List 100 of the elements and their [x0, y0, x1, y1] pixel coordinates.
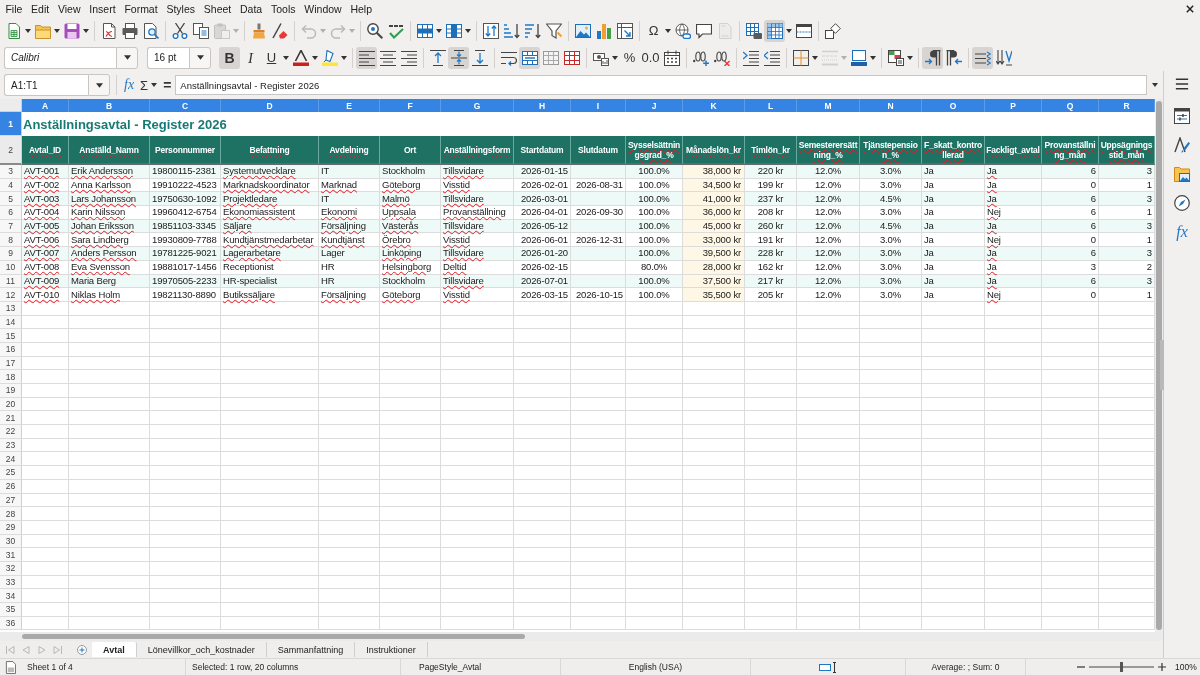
column-header[interactable]: P [985, 99, 1042, 112]
caret-icon[interactable] [283, 55, 289, 60]
menu-item[interactable]: Data [235, 1, 267, 16]
caret-icon[interactable] [312, 55, 318, 60]
menu-icon[interactable] [1175, 77, 1189, 91]
row-header[interactable]: 5 [0, 192, 22, 206]
align-left-button[interactable] [356, 46, 377, 69]
percent-format-button[interactable]: % [619, 46, 640, 69]
zoom-level[interactable]: 100% [1175, 662, 1197, 672]
row-header[interactable]: 31 [0, 548, 22, 561]
column-header[interactable]: J [626, 99, 683, 112]
special-character-button[interactable]: Ω [643, 19, 664, 42]
row-header[interactable]: 15 [0, 329, 22, 342]
sheet-tab[interactable]: Lönevillkor_och_kostnader [136, 642, 267, 657]
row-header[interactable]: 28 [0, 507, 22, 520]
column-header[interactable]: M [797, 99, 860, 112]
sum-button[interactable]: Σ [138, 77, 151, 93]
column-header[interactable]: N [860, 99, 922, 112]
row-header[interactable]: 21 [0, 411, 22, 425]
text-direction-button[interactable] [972, 46, 993, 69]
caret-icon[interactable] [665, 28, 671, 33]
caret-icon[interactable] [151, 83, 158, 87]
horizontal-scrollbar[interactable] [0, 632, 1163, 641]
menu-item[interactable]: Help [346, 1, 377, 16]
freeze-panes-button[interactable] [764, 19, 785, 42]
row-header[interactable]: 6 [0, 206, 22, 219]
caret-icon[interactable] [341, 55, 347, 60]
dropdown-button[interactable] [189, 46, 211, 69]
sliders-panel-icon[interactable] [1174, 108, 1190, 124]
caret-icon[interactable] [612, 55, 618, 60]
menu-item[interactable]: Sheet [199, 1, 236, 16]
name-box-field[interactable]: A1:T1 [4, 74, 88, 96]
row-header[interactable]: 1 [0, 112, 22, 136]
italic-button[interactable]: I [240, 46, 261, 69]
add-sheet-icon[interactable] [77, 644, 87, 655]
formula-input[interactable]: Anställningsavtal - Register 2026 [175, 75, 1147, 95]
menu-item[interactable]: Tools [266, 1, 300, 16]
bold-button[interactable]: B [219, 46, 240, 69]
left-to-right-button[interactable] [922, 46, 943, 69]
caret-icon[interactable] [25, 28, 31, 33]
row-header[interactable]: 35 [0, 603, 22, 616]
menu-item[interactable]: Insert [84, 1, 120, 16]
language-status[interactable]: English (USA) [628, 662, 683, 672]
sheet-tab[interactable]: Instruktioner [355, 642, 428, 657]
caret-icon[interactable] [83, 28, 89, 33]
column-header[interactable]: K [683, 99, 745, 112]
row-header[interactable]: 22 [0, 425, 22, 438]
selection-mode-icon[interactable] [819, 661, 837, 673]
menu-item[interactable]: Styles [162, 1, 200, 16]
row-header[interactable]: 19 [0, 384, 22, 397]
menu-item[interactable]: View [53, 1, 85, 16]
caret-icon[interactable] [907, 55, 913, 60]
column-header[interactable]: G [441, 99, 514, 112]
column-header[interactable]: C [150, 99, 221, 112]
column-header[interactable]: O [922, 99, 985, 112]
caret-icon[interactable] [812, 55, 818, 60]
row-header[interactable]: 9 [0, 247, 22, 260]
slider-thumb[interactable] [1120, 662, 1123, 672]
column-header[interactable]: I [571, 99, 626, 112]
column-header[interactable]: R [1099, 99, 1155, 112]
row-header[interactable]: 8 [0, 233, 22, 247]
document-icon[interactable] [5, 660, 16, 674]
font-size-field[interactable]: 16 pt [147, 46, 189, 69]
column-header[interactable]: F [380, 99, 441, 112]
row-header[interactable]: 3 [0, 165, 22, 178]
menu-item[interactable]: Window [299, 1, 347, 16]
menu-item[interactable]: Format [120, 1, 163, 16]
column-header[interactable]: Q [1042, 99, 1099, 112]
sheet-tab[interactable]: Sammanfattning [266, 642, 356, 657]
functions-tab[interactable]: fx [1176, 224, 1188, 240]
row-header[interactable]: 25 [0, 466, 22, 479]
row-header[interactable]: 12 [0, 288, 22, 301]
caret-icon[interactable] [1152, 83, 1158, 87]
caret-icon[interactable] [786, 28, 792, 33]
scroll-thumb[interactable] [22, 634, 525, 639]
column-header[interactable]: H [514, 99, 571, 112]
caret-icon[interactable] [870, 55, 876, 60]
function-wizard-button[interactable]: fx [122, 77, 137, 93]
sidebar-handle[interactable] [1160, 340, 1164, 390]
caret-icon[interactable] [436, 28, 442, 33]
caret-icon[interactable] [465, 28, 471, 33]
compass-icon[interactable] [1174, 195, 1190, 211]
column-header[interactable]: E [319, 99, 380, 112]
zoom-out-icon[interactable] [1077, 663, 1085, 671]
dropdown-button[interactable] [116, 46, 138, 69]
column-header[interactable]: A [22, 99, 69, 112]
pen-letter-icon[interactable] [1174, 137, 1190, 153]
row-header[interactable]: 18 [0, 370, 22, 383]
close-icon[interactable] [1186, 4, 1194, 13]
zoom-in-icon[interactable] [1158, 663, 1166, 671]
menu-item[interactable]: Edit [26, 1, 54, 16]
formula-button[interactable]: = [161, 77, 174, 93]
center-vertically-button[interactable] [448, 46, 469, 69]
caret-icon[interactable] [54, 28, 60, 33]
font-name-field[interactable]: Calibri [4, 46, 116, 69]
column-header[interactable]: B [69, 99, 150, 112]
column-header[interactable]: L [745, 99, 797, 112]
number-format-button[interactable]: 0.0 [640, 46, 661, 69]
dropdown-button[interactable] [88, 74, 110, 96]
row-header[interactable]: 34 [0, 589, 22, 602]
